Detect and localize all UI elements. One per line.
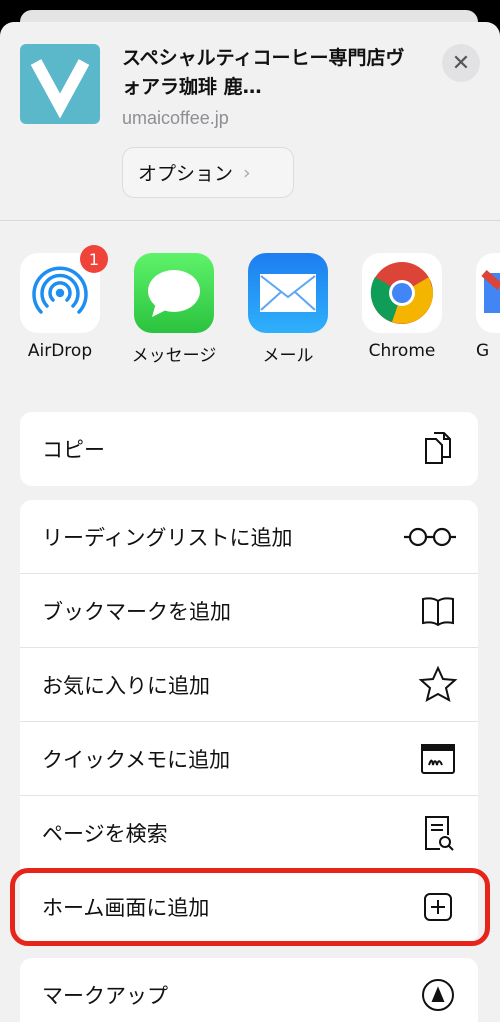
app-label: AirDrop [27, 341, 93, 361]
options-button[interactable]: オプション › [122, 147, 294, 198]
app-airdrop[interactable]: 1 AirDrop [20, 245, 108, 361]
action-label: クイックメモに追加 [42, 747, 231, 772]
find-in-page-icon [425, 815, 454, 851]
action-group-copy: コピー [20, 412, 478, 486]
action-label: お気に入りに追加 [42, 673, 210, 698]
messages-icon [134, 253, 214, 333]
share-sheet: スペシャルティコーヒー専門店ヴォアラ珈琲 鹿… umaicoffee.jp オプ… [0, 22, 500, 1022]
divider [0, 220, 500, 221]
app-label: Chrome [368, 341, 436, 361]
chrome-icon [362, 253, 442, 333]
quick-note-icon [421, 743, 455, 774]
page-title: スペシャルティコーヒー専門店ヴォアラ珈琲 鹿… [122, 47, 405, 98]
app-messages[interactable]: メッセージ [132, 253, 216, 366]
star-icon [418, 665, 458, 702]
close-icon: ✕ [451, 50, 471, 76]
mail-icon [248, 253, 328, 333]
action-copy[interactable]: コピー [20, 412, 478, 486]
app-mail[interactable]: メール [248, 253, 328, 366]
app-gmail[interactable]: G [476, 253, 500, 361]
action-find-on-page[interactable]: ページを検索 [20, 796, 478, 870]
app-label: メッセージ [131, 346, 217, 366]
action-add-bookmark[interactable]: ブックマークを追加 [20, 574, 478, 648]
close-button[interactable]: ✕ [442, 44, 480, 82]
action-label: ページを検索 [42, 821, 168, 846]
markup-icon [422, 979, 454, 1011]
action-group-markup: マークアップ [20, 958, 478, 1022]
copy-icon [425, 432, 451, 464]
options-label: オプション [138, 163, 234, 185]
chevron-right-icon: › [243, 161, 251, 184]
action-label: リーディングリストに追加 [42, 525, 293, 550]
action-label: ブックマークを追加 [42, 599, 231, 624]
action-add-favorite[interactable]: お気に入りに追加 [20, 648, 478, 722]
glasses-icon [404, 527, 456, 546]
action-reading-list[interactable]: リーディングリストに追加 [20, 500, 478, 574]
page-url: umaicoffee.jp [122, 108, 229, 128]
highlight-outline [10, 868, 490, 946]
gmail-icon [476, 253, 500, 333]
notification-badge: 1 [80, 245, 108, 273]
site-icon [20, 44, 100, 124]
airdrop-icon: 1 [20, 245, 108, 333]
app-chrome[interactable]: Chrome [362, 253, 442, 361]
app-label: メール [262, 346, 314, 366]
action-label: マークアップ [42, 984, 168, 1008]
app-label: G [476, 341, 490, 361]
action-quick-note[interactable]: クイックメモに追加 [20, 722, 478, 796]
action-label: コピー [42, 438, 105, 462]
action-markup[interactable]: マークアップ [20, 958, 478, 1022]
book-icon [422, 596, 454, 626]
